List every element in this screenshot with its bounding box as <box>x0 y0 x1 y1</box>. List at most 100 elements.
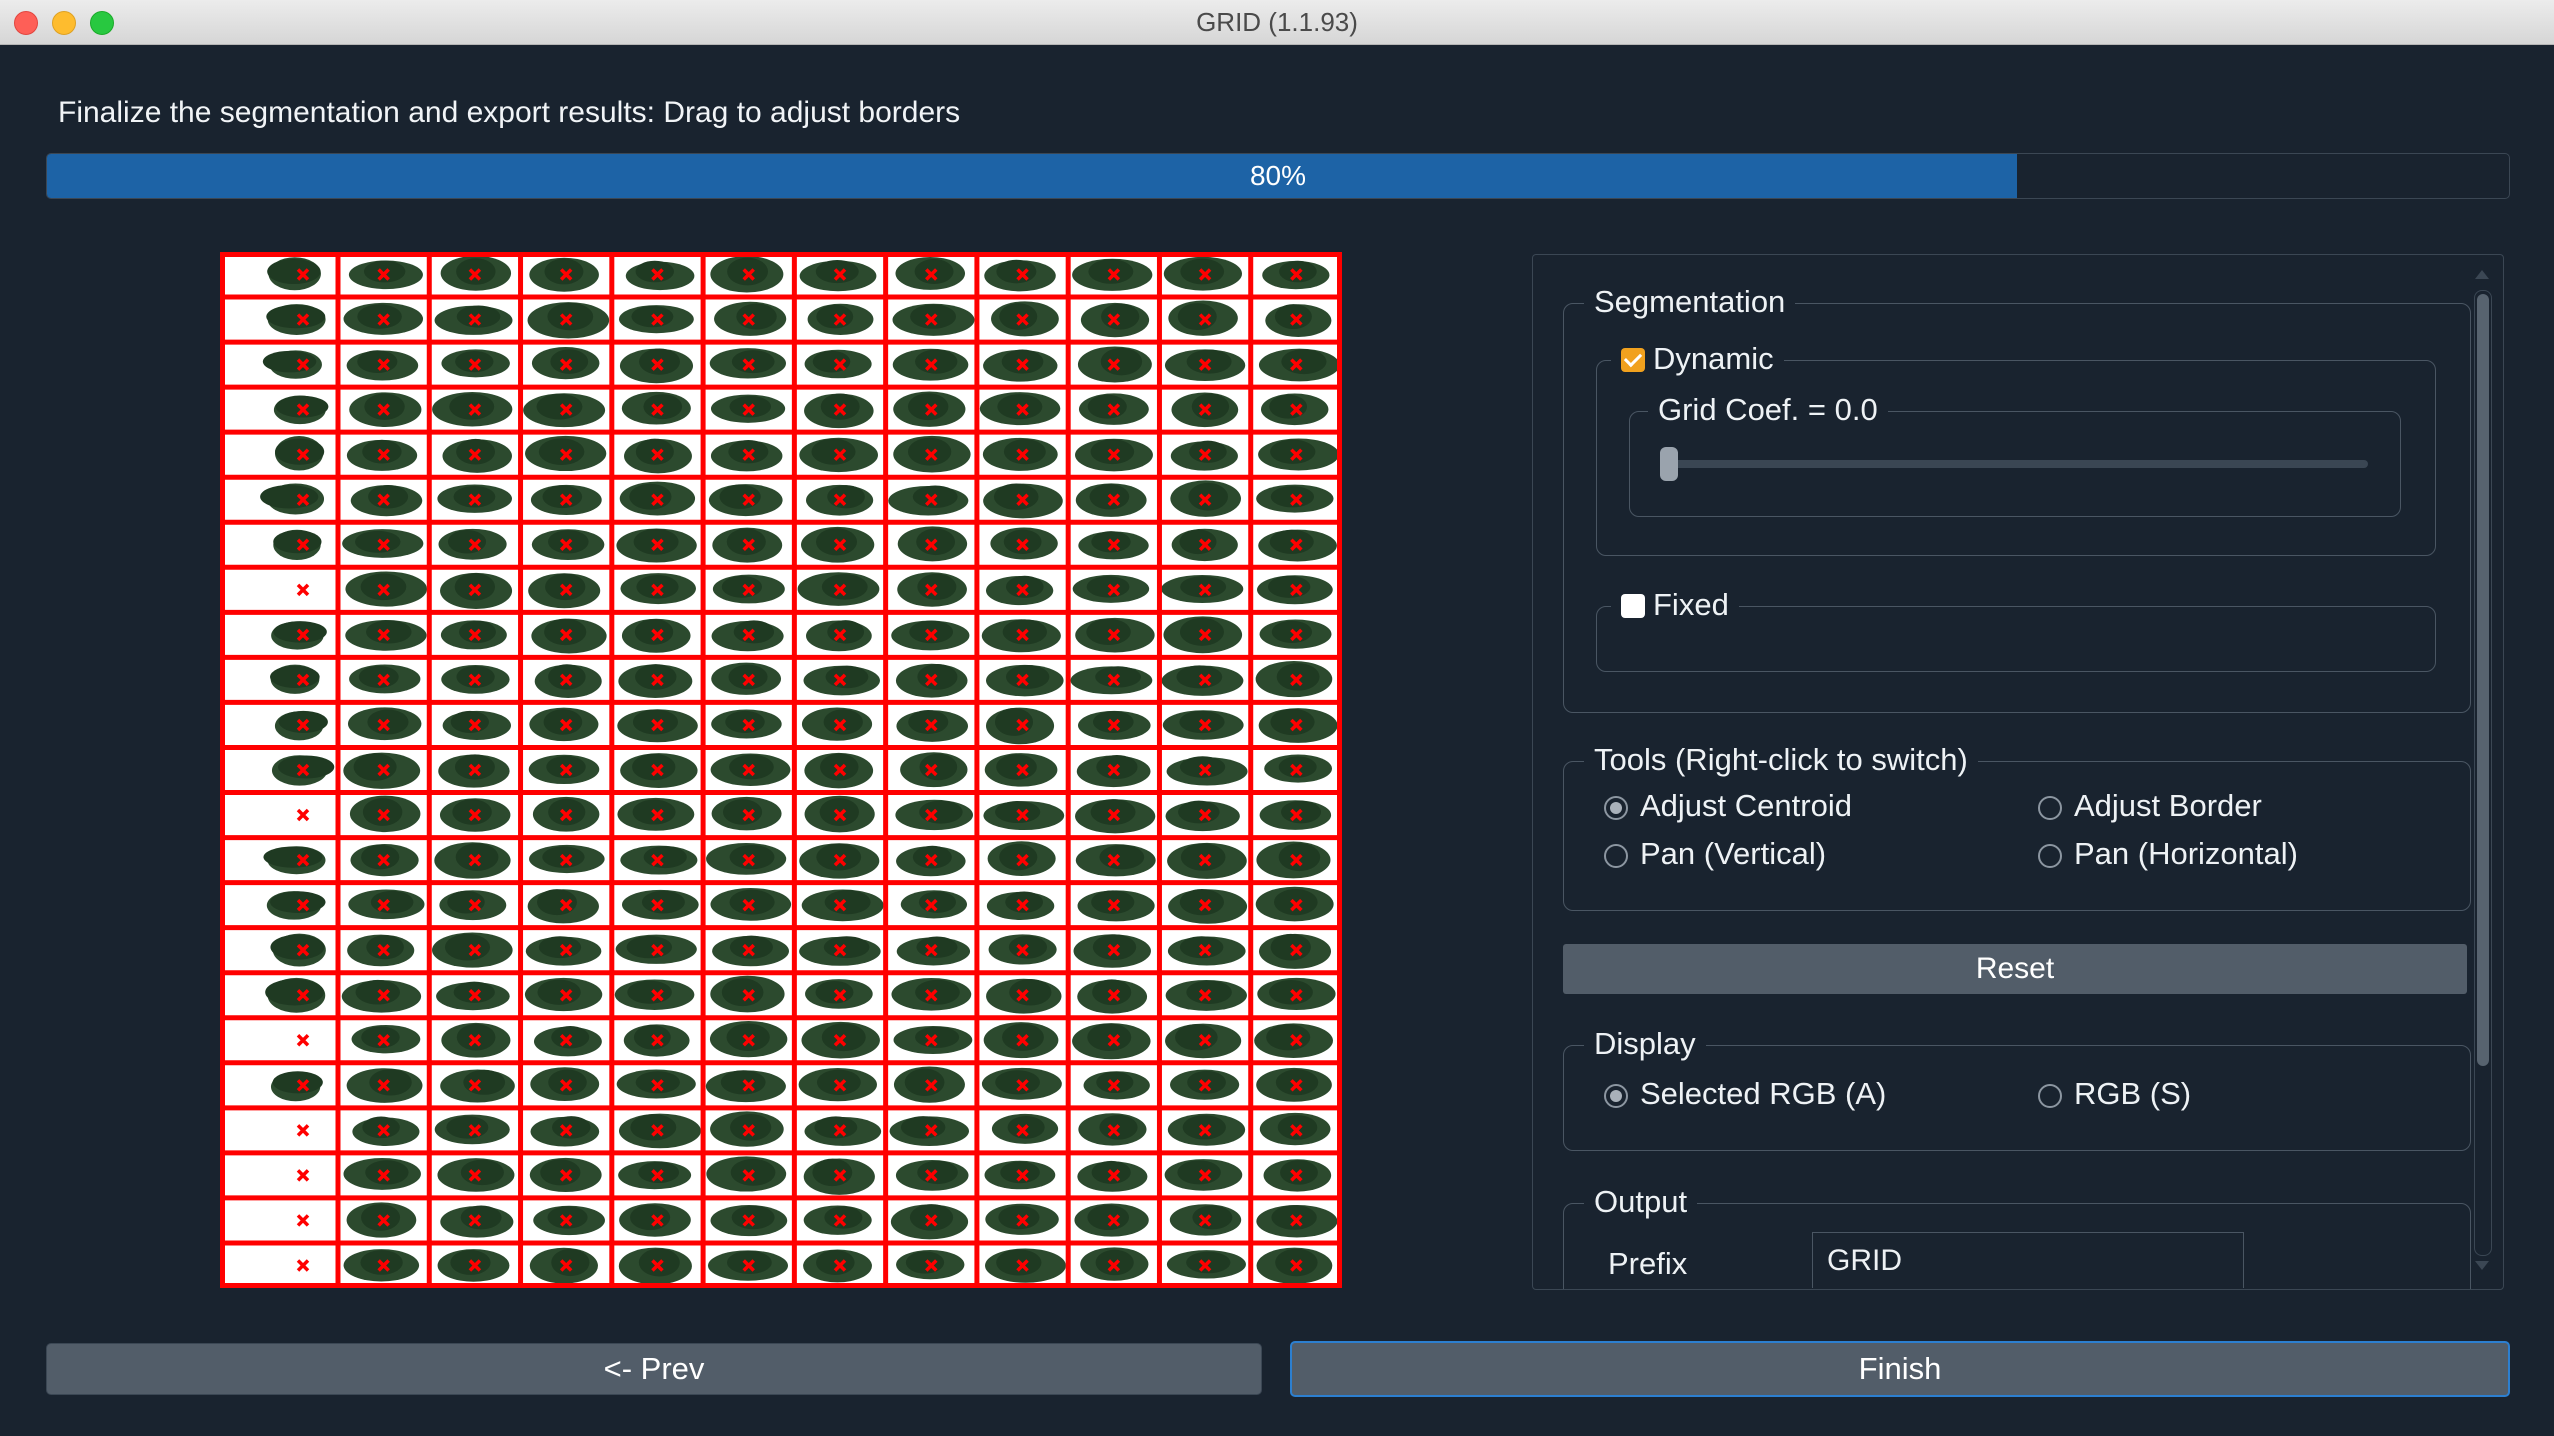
plot-cell[interactable] <box>438 754 510 788</box>
plot-cell[interactable] <box>620 753 698 789</box>
plot-cell[interactable] <box>895 663 968 698</box>
plot-cell[interactable] <box>525 435 607 472</box>
plot-cell[interactable] <box>1075 617 1155 653</box>
plot-cell[interactable] <box>1075 799 1156 834</box>
plot-cell[interactable] <box>1165 800 1240 832</box>
plot-cell[interactable] <box>891 620 970 651</box>
plot-cell[interactable] <box>896 845 966 877</box>
plot-cell[interactable] <box>893 435 971 473</box>
plot-cell[interactable] <box>347 934 415 967</box>
plot-cell[interactable] <box>804 393 874 429</box>
plot-cell[interactable] <box>618 1247 692 1285</box>
plot-cell[interactable] <box>347 707 422 741</box>
plot-cell[interactable] <box>1168 888 1248 924</box>
plot-cell[interactable] <box>986 891 1055 920</box>
dynamic-checkbox-box[interactable] <box>1621 348 1645 372</box>
plot-cell[interactable] <box>616 1069 696 1099</box>
plot-cell[interactable] <box>623 1024 690 1057</box>
radio-adjust-centroid[interactable] <box>1604 796 1628 820</box>
plot-cell[interactable] <box>706 842 787 875</box>
reset-button[interactable]: Reset <box>1563 944 2467 994</box>
plot-cell[interactable] <box>270 664 320 694</box>
plot-cell[interactable] <box>983 349 1058 382</box>
plot-cell[interactable] <box>1072 574 1150 603</box>
plot-cell[interactable] <box>1077 710 1151 740</box>
plot-cell[interactable] <box>806 620 872 652</box>
plot-cell[interactable] <box>799 259 877 292</box>
plot-cell[interactable] <box>531 347 600 380</box>
plot-cell[interactable] <box>985 1203 1059 1235</box>
plot-cell[interactable] <box>1162 710 1244 740</box>
plot-grid-image[interactable] <box>220 252 1342 1288</box>
plot-cell[interactable] <box>437 1249 510 1282</box>
plot-cell[interactable] <box>1169 1204 1242 1236</box>
plot-cell[interactable] <box>619 1203 691 1237</box>
plot-cell[interactable] <box>348 260 423 290</box>
plot-cell[interactable] <box>265 977 326 1013</box>
plot-cell[interactable] <box>527 302 610 339</box>
plot-cell[interactable] <box>803 1205 872 1235</box>
plot-cell[interactable] <box>1254 1023 1333 1058</box>
plot-cell[interactable] <box>714 301 787 336</box>
plot-cell[interactable] <box>1080 1247 1149 1281</box>
plot-cell[interactable] <box>710 256 784 293</box>
plot-cell[interactable] <box>262 350 322 379</box>
plot-cell[interactable] <box>711 620 784 652</box>
plot-cell[interactable] <box>440 620 507 650</box>
plot-cell[interactable] <box>1264 754 1332 783</box>
plot-cell[interactable] <box>434 842 511 879</box>
plot-cell[interactable] <box>345 571 428 607</box>
plot-cell[interactable] <box>1167 1113 1246 1146</box>
plot-cell[interactable] <box>799 936 881 966</box>
plot-cell[interactable] <box>349 664 421 694</box>
plot-cell[interactable] <box>524 977 603 1012</box>
plot-cell[interactable] <box>1167 936 1246 966</box>
plot-cell[interactable] <box>271 755 335 786</box>
plot-cell[interactable] <box>804 752 874 789</box>
plot-cell[interactable] <box>296 808 310 822</box>
plot-cell[interactable] <box>528 754 600 785</box>
plot-cell[interactable] <box>1168 300 1238 336</box>
plot-cell[interactable] <box>1163 616 1243 654</box>
plot-cell[interactable] <box>983 1022 1059 1059</box>
plot-cell[interactable] <box>798 1067 877 1102</box>
prev-button[interactable]: <- Prev <box>46 1343 1262 1395</box>
tool-adjust-centroid[interactable]: Adjust Centroid <box>1604 788 1852 824</box>
plot-cell[interactable] <box>891 977 972 1011</box>
plot-cell[interactable] <box>432 392 513 427</box>
plot-cell[interactable] <box>529 844 605 874</box>
plot-cell[interactable] <box>1078 531 1149 560</box>
plot-cell[interactable] <box>442 710 511 741</box>
plot-cell[interactable] <box>437 484 512 513</box>
plot-cell[interactable] <box>799 437 879 473</box>
plot-cell[interactable] <box>1255 660 1333 698</box>
tool-pan-horizontal[interactable]: Pan (Horizontal) <box>2038 836 2298 872</box>
plot-cell[interactable] <box>274 710 328 741</box>
plot-cell[interactable] <box>533 1205 605 1236</box>
plot-cell[interactable] <box>296 1169 310 1182</box>
plot-cell[interactable] <box>888 485 969 516</box>
plot-cell[interactable] <box>621 889 699 920</box>
plot-cell[interactable] <box>619 348 694 384</box>
centroid-marker[interactable] <box>296 1124 310 1137</box>
plot-cell[interactable] <box>534 664 602 698</box>
plot-cell[interactable] <box>1263 1159 1332 1192</box>
plot-cell[interactable] <box>1165 979 1247 1011</box>
plot-cell[interactable] <box>708 484 783 517</box>
plot-cell[interactable] <box>982 437 1058 471</box>
plot-cell[interactable] <box>711 662 782 695</box>
plot-cell[interactable] <box>619 481 696 516</box>
grid-coef-slider-track[interactable] <box>1660 460 2368 468</box>
plot-cell[interactable] <box>266 891 326 920</box>
plot-cell[interactable] <box>712 935 789 967</box>
plot-cell[interactable] <box>710 1111 784 1147</box>
plot-cell[interactable] <box>442 438 512 473</box>
plot-cell[interactable] <box>341 979 422 1013</box>
plot-cell[interactable] <box>806 484 874 516</box>
plot-cell[interactable] <box>801 707 873 741</box>
plot-cell[interactable] <box>897 572 967 607</box>
plot-cell[interactable] <box>893 1066 965 1103</box>
plot-cell[interactable] <box>529 1247 598 1284</box>
plot-cell[interactable] <box>707 1250 789 1281</box>
plot-cell[interactable] <box>618 1161 692 1190</box>
